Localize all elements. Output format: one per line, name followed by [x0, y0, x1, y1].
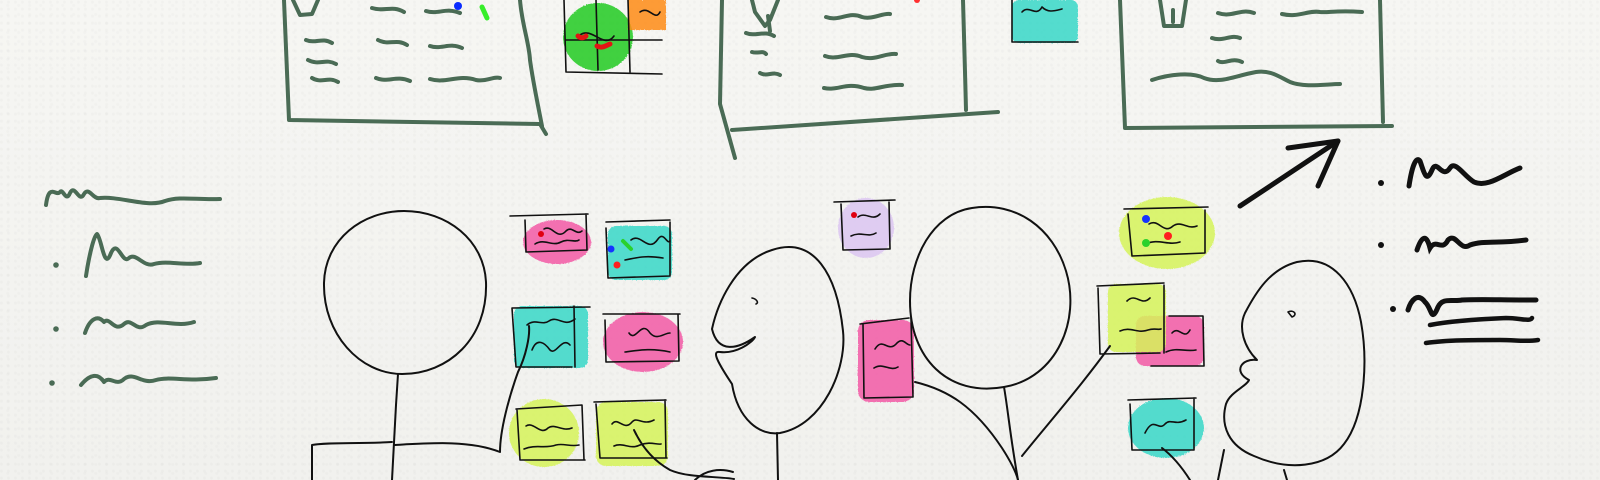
board-middle	[718, 0, 1000, 160]
sticky-cluster-left	[509, 213, 683, 467]
bottom-sketch-lines	[633, 429, 1191, 480]
sketch-illustration	[44, 0, 1541, 480]
sticky-cluster-center	[833, 198, 914, 402]
board-icon	[291, 0, 320, 17]
person-right	[1217, 259, 1366, 480]
sticky-cluster-right	[1096, 197, 1215, 458]
whiteboard-sketch-canvas	[0, 0, 1600, 480]
person-center-right	[909, 205, 1111, 480]
person-center-left	[694, 246, 845, 480]
left-notes	[44, 188, 222, 387]
board-right	[1118, 0, 1394, 130]
top-teal-sticky	[1011, 0, 1079, 43]
right-notes	[1378, 157, 1541, 346]
arrow	[1237, 138, 1341, 209]
person-left	[311, 210, 531, 480]
top-sticky-grid	[563, 0, 666, 75]
board-left	[282, 0, 548, 136]
